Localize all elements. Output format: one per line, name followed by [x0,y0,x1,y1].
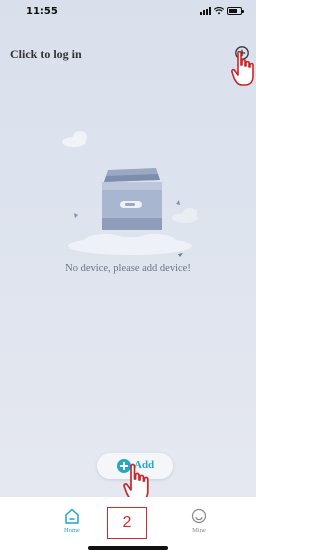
tab-mine-label: Mine [192,527,206,534]
status-time: 11:55 [26,6,58,17]
home-icon [65,508,79,524]
step-number-badge: 2 [107,507,147,539]
empty-box-icon [62,131,198,257]
wifi-icon [214,7,224,15]
login-link[interactable]: Click to log in [10,47,82,62]
profile-icon [191,508,207,524]
status-icons [200,7,244,15]
app-screen: 11:55 Click to log in No device, please … [0,0,256,556]
home-indicator [88,546,168,550]
status-bar: 11:55 [0,0,256,26]
tab-home[interactable]: Home [52,505,92,539]
empty-state-message: No device, please add device! [65,263,191,274]
pointing-hand-icon [231,50,254,86]
tab-home-label: Home [64,527,80,534]
step-number: 2 [122,514,132,531]
tab-mine[interactable]: Mine [179,505,219,539]
signal-icon [200,7,211,15]
battery-icon [227,7,244,15]
